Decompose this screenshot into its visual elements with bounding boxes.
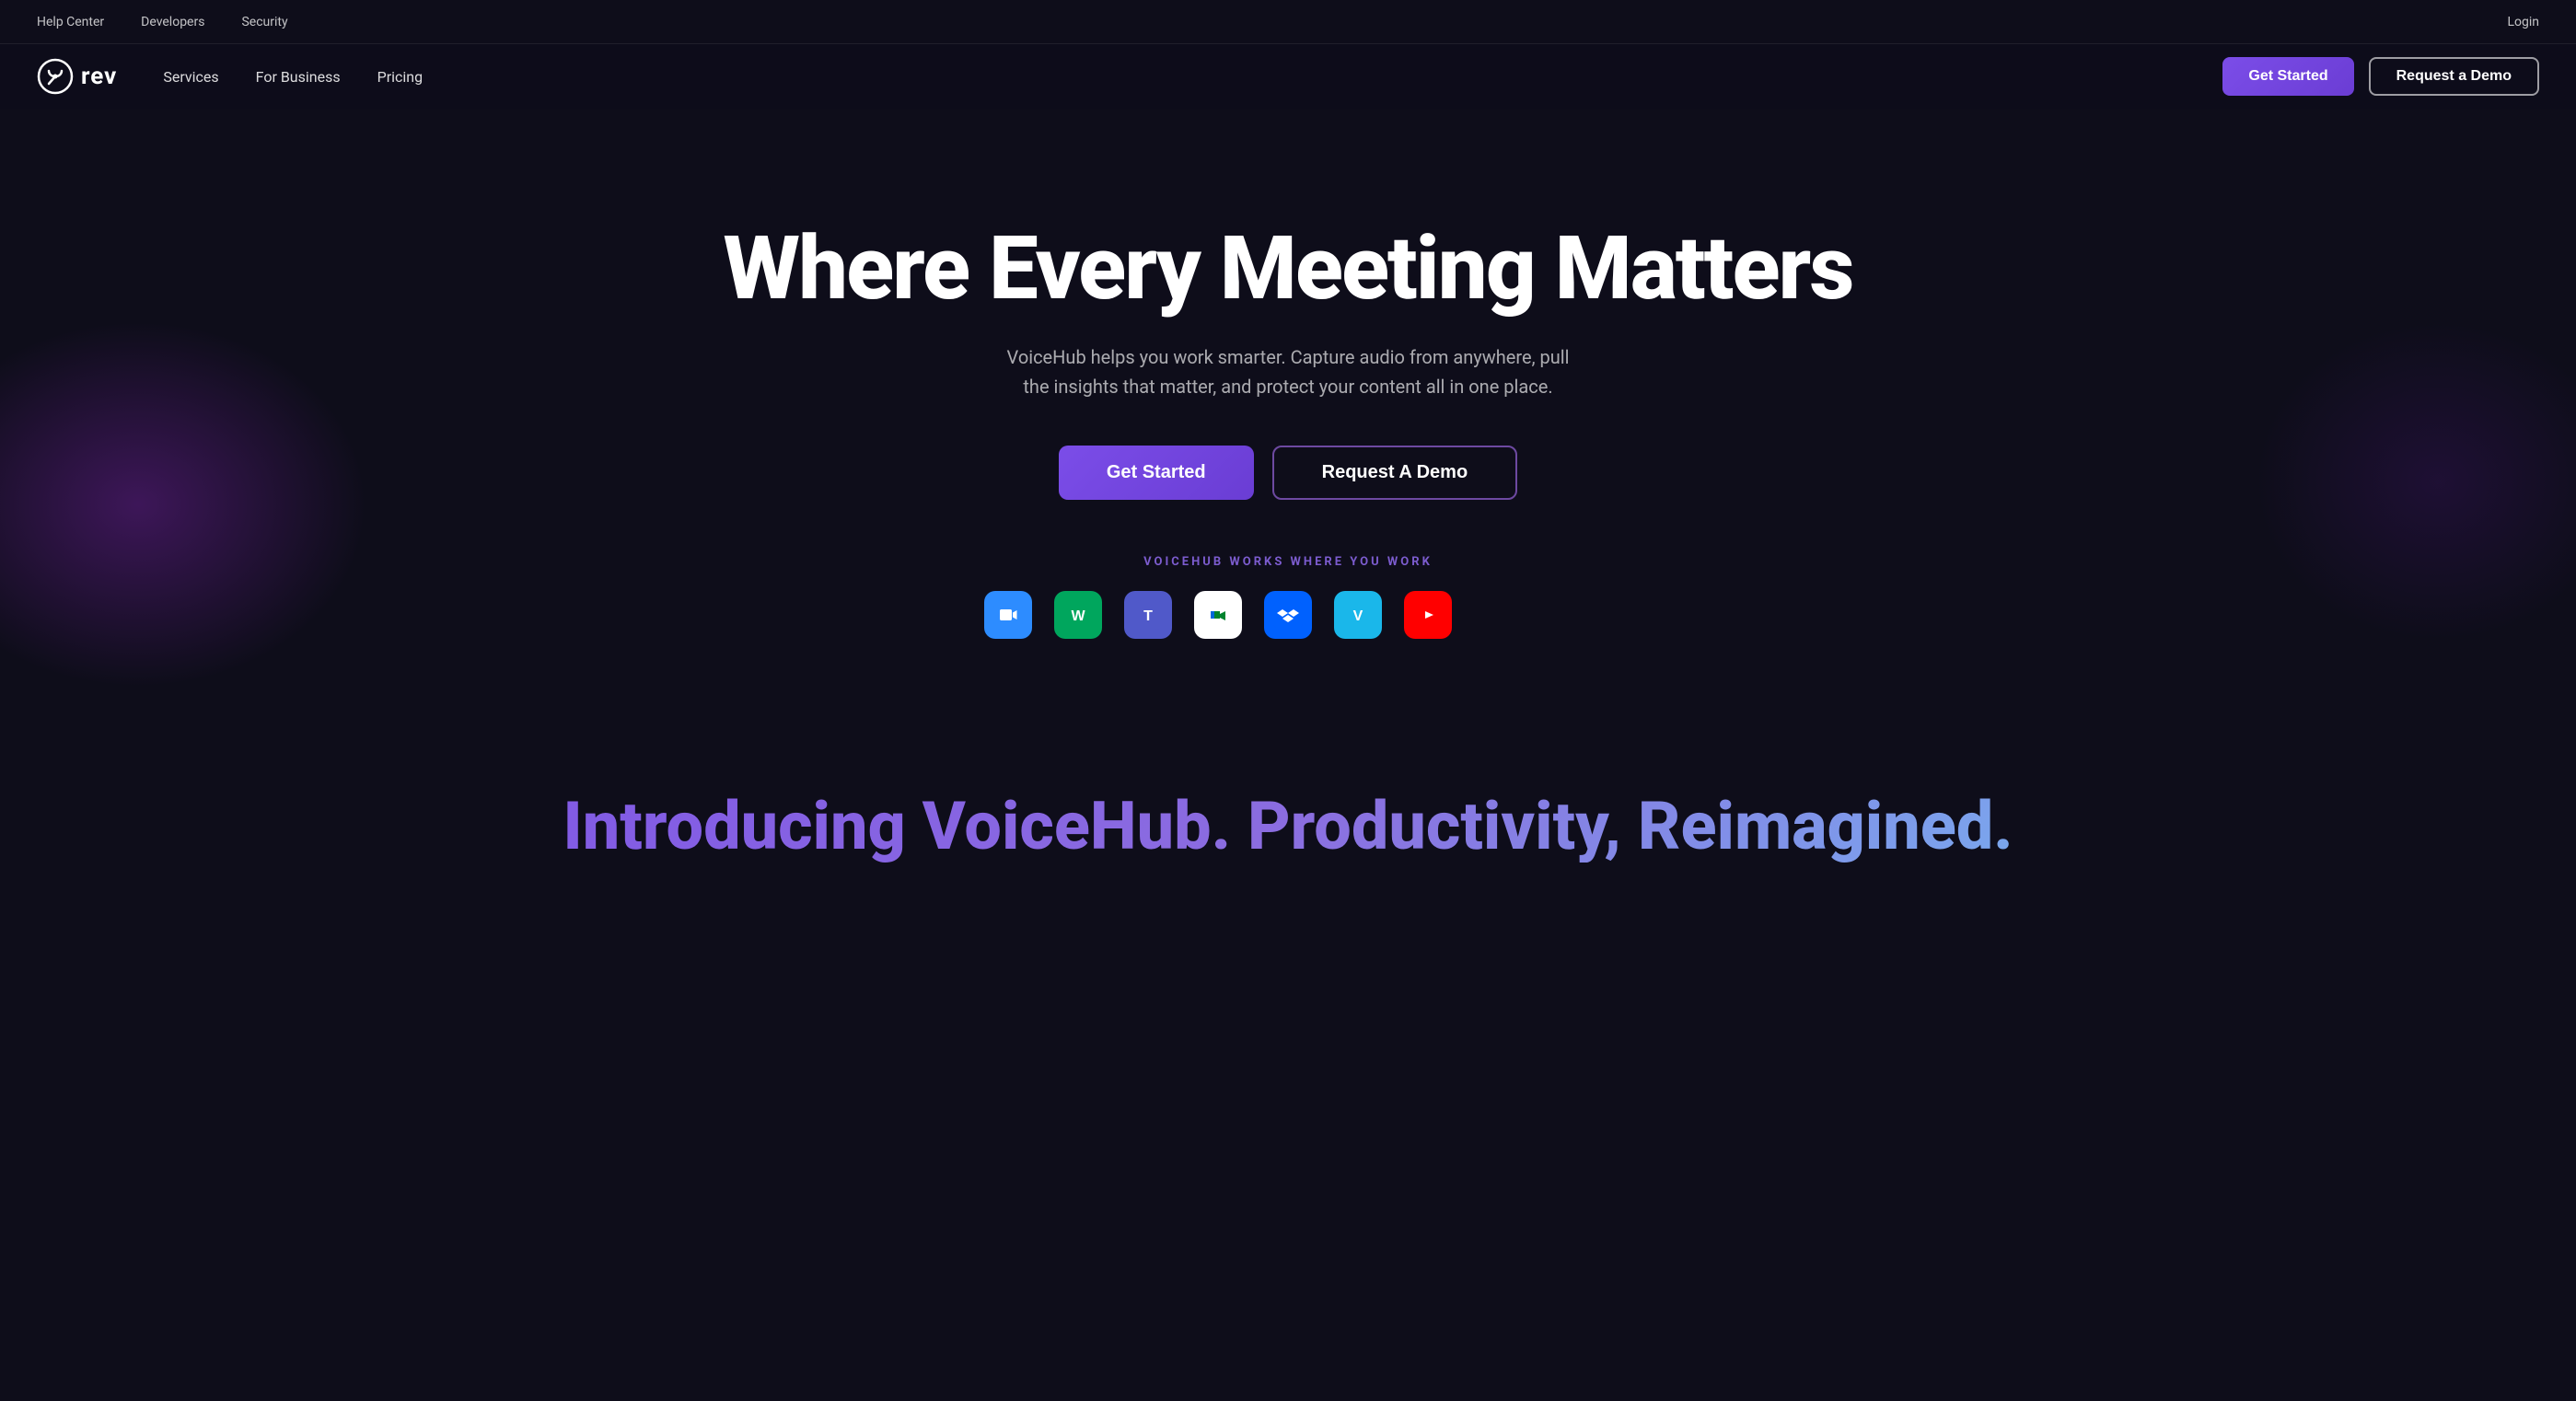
nav-links: Services For Business Pricing [163, 68, 423, 86]
intro-title: Introducing VoiceHub. Productivity, Reim… [37, 790, 2539, 863]
integrations-label: VOICEHUB WORKS WHERE YOU WORK [984, 555, 1592, 569]
developers-link[interactable]: Developers [141, 15, 204, 29]
intro-section: Introducing VoiceHub. Productivity, Reim… [0, 735, 2576, 899]
teams-icon[interactable]: T [1124, 591, 1172, 639]
hero-request-demo-button[interactable]: Request A Demo [1272, 446, 1518, 500]
google-meet-icon[interactable] [1194, 591, 1242, 639]
svg-text:🍎: 🍎 [1549, 597, 1587, 635]
webex-icon[interactable]: W [1054, 591, 1102, 639]
hero-title: Where Every Meeting Matters [723, 223, 1852, 316]
integrations-section: VOICEHUB WORKS WHERE YOU WORK W T [984, 555, 1592, 639]
hero-section: Where Every Meeting Matters VoiceHub hel… [0, 109, 2576, 735]
svg-text:V: V [1353, 608, 1363, 624]
top-bar-links: Help Center Developers Security [37, 15, 288, 29]
youtube-icon[interactable] [1404, 591, 1452, 639]
svg-text:🤖: 🤖 [1478, 596, 1519, 635]
security-link[interactable]: Security [241, 15, 287, 29]
hero-subtitle: VoiceHub helps you work smarter. Capture… [1003, 342, 1573, 401]
integration-icons: W T V 🤖 [984, 591, 1592, 639]
vimeo-icon[interactable]: V [1334, 591, 1382, 639]
apple-icon[interactable]: 🍎 [1544, 591, 1592, 639]
help-center-link[interactable]: Help Center [37, 15, 104, 29]
nav-services[interactable]: Services [163, 68, 218, 86]
android-icon[interactable]: 🤖 [1474, 591, 1522, 639]
nav-request-demo-button[interactable]: Request a Demo [2369, 57, 2539, 96]
nav-right: Get Started Request a Demo [2222, 57, 2539, 96]
svg-text:T: T [1143, 608, 1153, 624]
main-nav: rev Services For Business Pricing Get St… [0, 44, 2576, 109]
zoom-icon[interactable] [984, 591, 1032, 639]
nav-left: rev Services For Business Pricing [37, 58, 423, 95]
nav-for-business[interactable]: For Business [256, 68, 341, 86]
svg-text:W: W [1071, 608, 1085, 624]
rev-logo-icon [37, 58, 74, 95]
top-bar: Help Center Developers Security Login [0, 0, 2576, 44]
login-link[interactable]: Login [2507, 15, 2539, 29]
nav-get-started-button[interactable]: Get Started [2222, 57, 2353, 96]
hero-buttons: Get Started Request A Demo [1059, 446, 1517, 500]
dropbox-icon[interactable] [1264, 591, 1312, 639]
logo-text: rev [81, 63, 117, 90]
nav-pricing[interactable]: Pricing [377, 68, 424, 86]
hero-get-started-button[interactable]: Get Started [1059, 446, 1254, 500]
logo[interactable]: rev [37, 58, 117, 95]
